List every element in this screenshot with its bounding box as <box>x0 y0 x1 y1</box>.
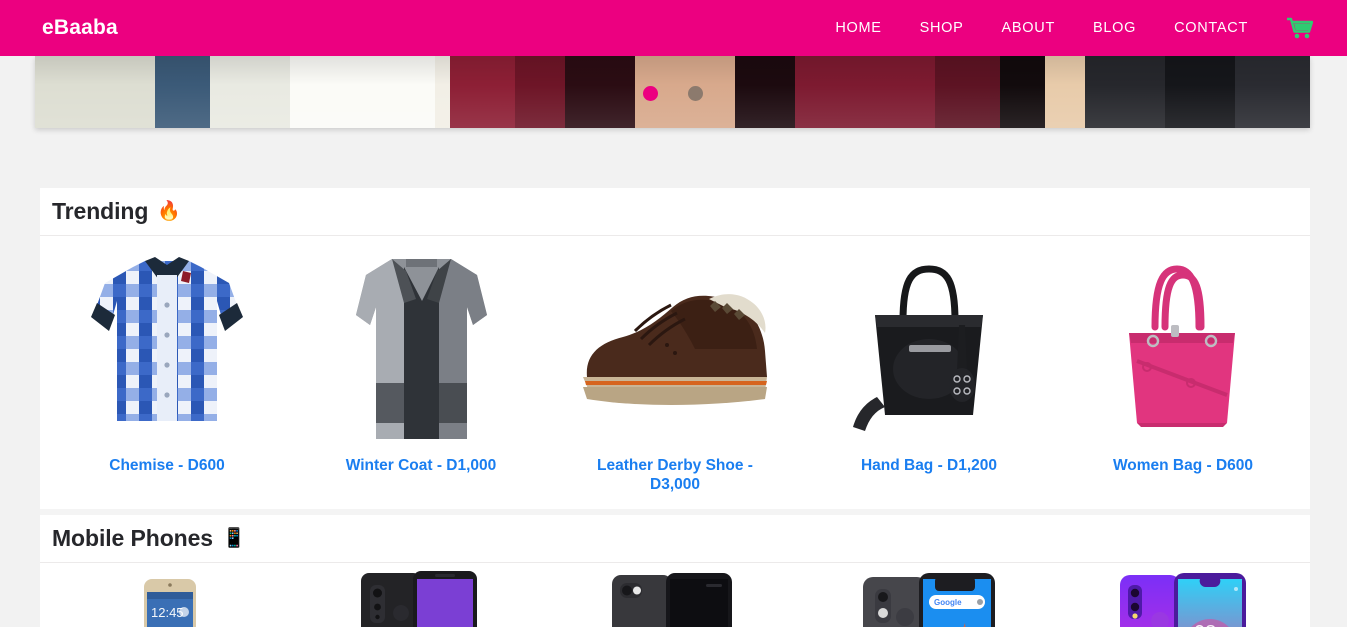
phone-card-purple-wallpaper[interactable] <box>294 567 548 627</box>
product-label: Hand Bag - D1,200 <box>860 457 998 474</box>
brown-derby-shoe-image <box>548 242 802 452</box>
phone-card-purple-gradient[interactable]: 08 45 WEDNESDAY <box>1056 567 1310 627</box>
page-body: Trending 🔥 Chemise - D600 Winter Coat - … <box>0 56 1347 627</box>
section-header-mobile-phones: Mobile Phones 📱 <box>40 514 1310 563</box>
nav-item-shop[interactable]: SHOP <box>901 14 983 42</box>
product-card-winter-coat[interactable]: Winter Coat - D1,000 <box>294 242 548 495</box>
phone-card-google-search[interactable]: Google <box>802 567 1056 627</box>
brand-logo[interactable]: eBaaba <box>42 16 118 40</box>
product-label: Winter Coat - D1,000 <box>345 457 497 474</box>
hero-carousel[interactable] <box>35 56 1310 128</box>
site-header: eBaaba HOME SHOP ABOUT BLOG CONTACT <box>0 0 1347 56</box>
product-card-hand-bag[interactable]: Hand Bag - D1,200 <box>802 242 1056 495</box>
svg-text:08: 08 <box>1194 622 1216 627</box>
nav-item-about[interactable]: ABOUT <box>983 14 1074 42</box>
section-title-mobile-phones: Mobile Phones <box>52 524 213 551</box>
nav-item-contact[interactable]: CONTACT <box>1155 14 1267 42</box>
section-header-trending: Trending 🔥 <box>40 188 1310 236</box>
svg-text:Google: Google <box>934 598 962 607</box>
phone-card-tecno[interactable]: TECNO 10:08 Wed, Jan 10 <box>548 567 802 627</box>
fire-emoji: 🔥 <box>157 201 181 222</box>
main-navigation: HOME SHOP ABOUT BLOG CONTACT <box>816 13 1325 43</box>
trending-product-row: Chemise - D600 Winter Coat - D1,000 Leat… <box>40 236 1310 509</box>
mobile-phones-row: 12:45 Google <box>40 562 1310 627</box>
grey-cardigan-image <box>294 242 548 452</box>
product-label: Women Bag - D600 <box>1112 457 1254 474</box>
checkered-shirt-image <box>40 242 294 452</box>
nav-item-blog[interactable]: BLOG <box>1074 14 1155 42</box>
product-label: Chemise - D600 <box>109 457 225 474</box>
pink-handbag-image <box>1056 242 1310 452</box>
carousel-dot-2[interactable] <box>687 86 703 101</box>
carousel-pagination <box>35 86 1310 101</box>
cart-button[interactable] <box>1267 13 1325 43</box>
section-title-trending: Trending <box>52 198 149 224</box>
product-card-derby-shoe[interactable]: Leather Derby Shoe - D3,000 <box>548 242 802 495</box>
phone-card-gold-samsung[interactable]: 12:45 <box>40 567 294 627</box>
nav-item-home[interactable]: HOME <box>816 14 900 42</box>
mobile-phone-emoji: 📱 <box>222 527 246 549</box>
product-card-chemise[interactable]: Chemise - D600 <box>40 242 294 495</box>
product-card-women-bag[interactable]: Women Bag - D600 <box>1056 242 1310 495</box>
product-label: Leather Derby Shoe - D3,000 <box>597 457 753 494</box>
black-handbag-image <box>802 242 1056 452</box>
svg-text:12:45: 12:45 <box>151 605 184 620</box>
content-card: Trending 🔥 Chemise - D600 Winter Coat - … <box>40 188 1310 627</box>
shopping-cart-icon <box>1287 17 1313 39</box>
carousel-dot-1[interactable] <box>642 86 658 101</box>
